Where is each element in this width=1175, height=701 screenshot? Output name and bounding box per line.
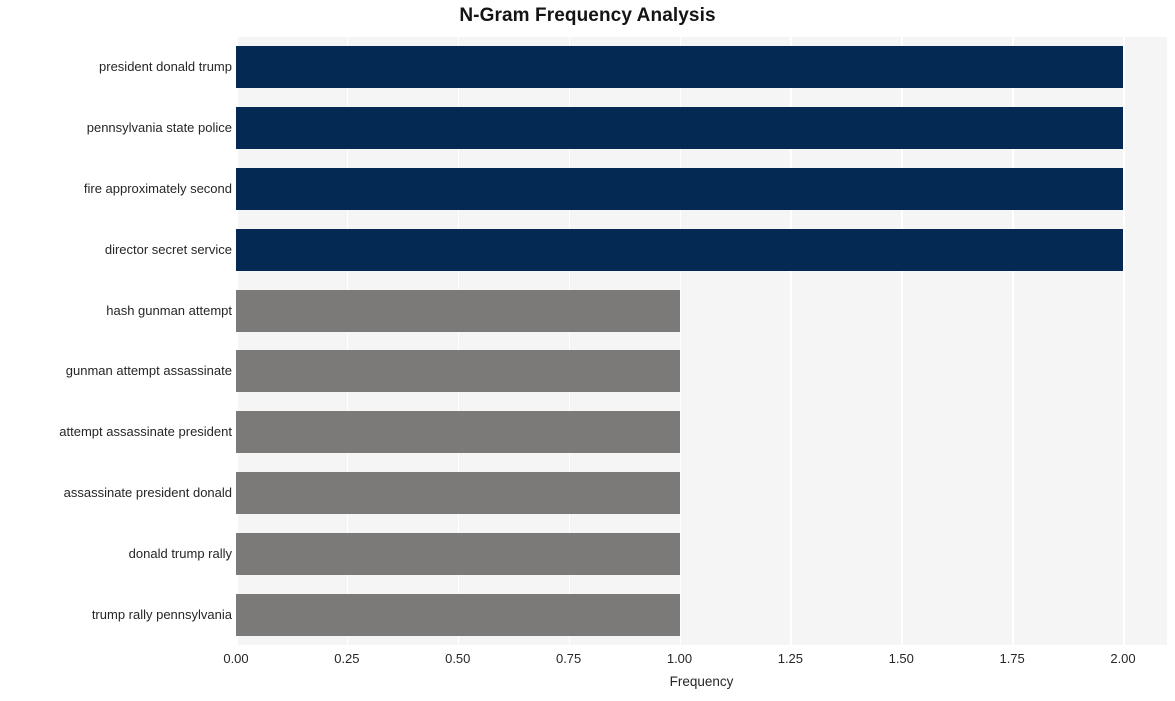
x-tick-label: 0.75 (555, 651, 582, 666)
y-tick-label: president donald trump (99, 59, 232, 75)
y-tick-label: attempt assassinate president (59, 424, 232, 440)
y-tick-label: gunman attempt assassinate (65, 363, 232, 379)
bar-row[interactable] (236, 350, 1167, 393)
bar[interactable] (236, 350, 680, 393)
bar-row[interactable] (236, 228, 1167, 271)
plot-area (236, 37, 1167, 645)
y-tick-label: assassinate president donald (63, 485, 232, 500)
y-tick-label: hash gunman attempt (106, 302, 232, 318)
x-axis-tick-labels: 0.00 0.25 0.50 0.75 1.00 1.25 1.50 1.75 2.00 (223, 645, 1167, 675)
bar[interactable] (236, 168, 1123, 210)
bar[interactable] (236, 289, 680, 332)
bar[interactable] (236, 411, 680, 454)
y-tick-label: donald trump rally (128, 545, 232, 561)
bar[interactable] (236, 472, 680, 514)
bar-row[interactable] (236, 107, 1167, 150)
bar-row[interactable] (236, 168, 1167, 210)
bar-row[interactable] (236, 46, 1167, 89)
x-tick-label: 0.50 (445, 651, 471, 666)
y-tick-label: fire approximately second (83, 181, 232, 196)
bar[interactable] (236, 46, 1123, 89)
chart-figure: N-Gram Frequency Analysis president dona… (0, 0, 1175, 701)
y-axis-tick-labels: president donald trump pennsylvania state… (0, 37, 232, 645)
x-tick-label: 1.50 (888, 651, 914, 666)
y-tick-label: director secret service (104, 241, 232, 257)
bar-row[interactable] (236, 289, 1167, 332)
x-tick-label: 0.25 (334, 651, 360, 666)
x-tick-label: 1.75 (999, 651, 1025, 666)
y-tick-label: trump rally pennsylvania (91, 606, 232, 622)
x-tick-label: 1.00 (666, 651, 693, 666)
bar-row[interactable] (236, 532, 1167, 575)
bar[interactable] (236, 228, 1123, 271)
bar[interactable] (236, 107, 1123, 150)
x-tick-label: 0.00 (223, 651, 249, 666)
bar-row[interactable] (236, 411, 1167, 454)
y-tick-label: pennsylvania state police (86, 120, 232, 136)
x-tick-label: 1.25 (777, 651, 804, 666)
x-tick-label: 2.00 (1110, 651, 1136, 666)
chart-title: N-Gram Frequency Analysis (459, 5, 716, 26)
x-axis-label: Frequency (669, 674, 734, 689)
bar[interactable] (236, 532, 680, 575)
bar[interactable] (236, 593, 680, 636)
bar-row[interactable] (236, 472, 1167, 514)
bar-row[interactable] (236, 593, 1167, 636)
